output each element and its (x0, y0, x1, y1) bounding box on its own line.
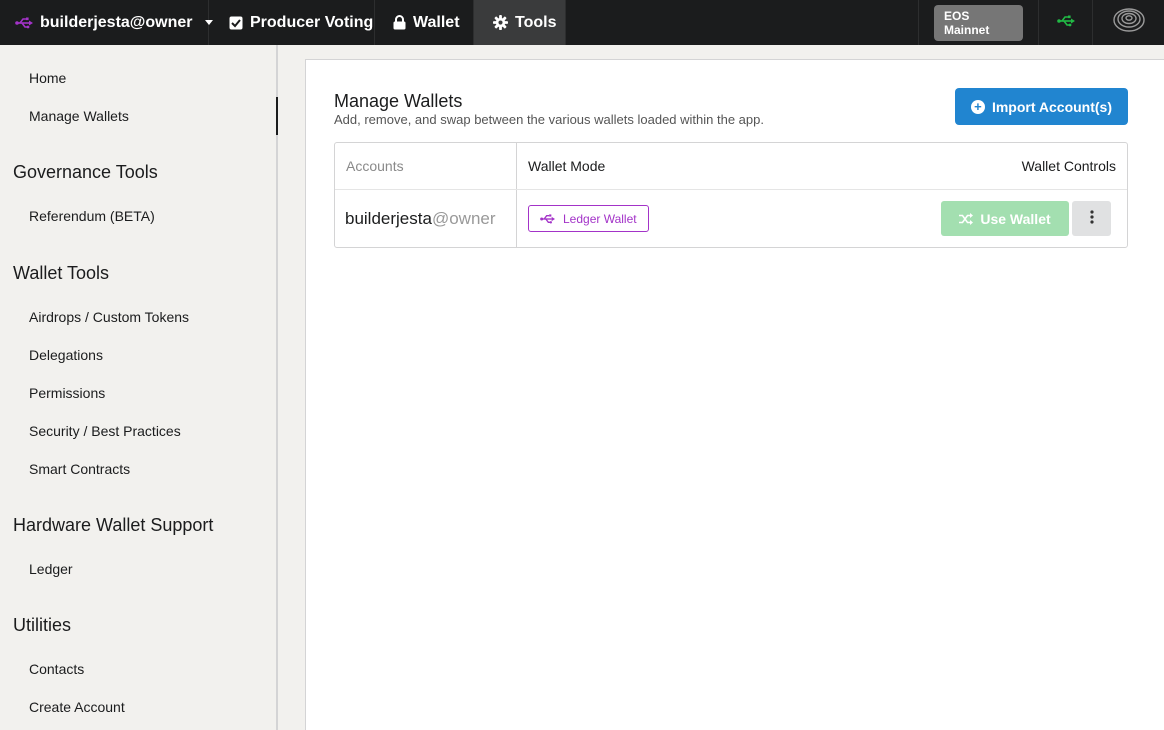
column-header-wallet-mode: Wallet Mode (528, 158, 606, 174)
sidebar-item-ledger[interactable]: Ledger (29, 561, 73, 577)
active-indicator (276, 97, 278, 135)
use-wallet-button[interactable]: Use Wallet (941, 201, 1069, 236)
wallet-mode-label: Ledger Wallet (563, 211, 637, 226)
ellipsis-vertical-icon (1089, 210, 1094, 227)
sidebar-item-security[interactable]: Security / Best Practices (29, 423, 181, 439)
use-wallet-label: Use Wallet (980, 210, 1051, 227)
sidebar-item-smart-contracts[interactable]: Smart Contracts (29, 461, 130, 477)
import-label: Import Account(s) (991, 98, 1113, 115)
page-subtitle: Add, remove, and swap between the variou… (334, 112, 764, 127)
ledger-wallet-mode-button[interactable]: Ledger Wallet (528, 205, 649, 232)
import-accounts-button[interactable]: + Import Account(s) (955, 88, 1128, 125)
tab-tools[interactable]: Tools (474, 0, 566, 45)
sidebar-heading-utilities: Utilities (13, 615, 72, 635)
column-header-wallet-controls: Wallet Controls (1021, 158, 1116, 174)
tab-producer-voting[interactable]: Producer Voting (209, 0, 375, 45)
sidebar-item-create-account[interactable]: Create Account (29, 699, 125, 715)
app-logo[interactable] (1092, 0, 1164, 45)
sidebar-item-permissions[interactable]: Permissions (29, 385, 105, 401)
tab-wallet[interactable]: Wallet (375, 0, 474, 45)
wallets-table: Accounts Wallet Mode Wallet Controls bui… (334, 142, 1128, 248)
account-name: builderjesta@owner (40, 13, 193, 31)
gear-icon (493, 15, 508, 30)
table-row-account: builderjesta @owner (335, 190, 517, 248)
network-selector[interactable]: EOS Mainnet (918, 0, 1038, 45)
plus-circle-icon: + (970, 99, 985, 114)
manage-wallets-panel: Manage Wallets Add, remove, and swap bet… (305, 59, 1164, 730)
sidebar-item-referendum[interactable]: Referendum (BETA) (29, 208, 155, 224)
sidebar-item-delegations[interactable]: Delegations (29, 347, 103, 363)
usb-icon (15, 17, 33, 29)
sidebar-heading-hardware: Hardware Wallet Support (13, 515, 214, 535)
page-title: Manage Wallets (334, 91, 463, 111)
usb-status-icon (1056, 14, 1075, 32)
top-menu-bar: builderjesta@owner Producer Voting Walle… (0, 0, 1164, 45)
account-name-cell: builderjesta (345, 209, 432, 228)
checkbox-icon (229, 16, 243, 30)
sidebar-item-home[interactable]: Home (29, 70, 66, 86)
tab-label: Producer Voting (250, 13, 374, 31)
network-badge: EOS Mainnet (934, 4, 1023, 41)
sidebar-item-airdrops[interactable]: Airdrops / Custom Tokens (29, 309, 189, 325)
sidebar-heading-wallet-tools: Wallet Tools (13, 263, 110, 283)
sidebar-item-manage-wallets[interactable]: Manage Wallets (29, 108, 129, 124)
more-options-button[interactable] (1072, 201, 1111, 236)
spiral-logo-icon (1112, 7, 1146, 38)
hardware-status[interactable] (1038, 0, 1092, 45)
shuffle-icon (959, 212, 974, 225)
column-header-accounts: Accounts (335, 143, 517, 189)
account-authority: @owner (431, 209, 496, 228)
menu-spacer (566, 0, 918, 45)
sidebar-item-contacts[interactable]: Contacts (29, 661, 84, 677)
lock-icon (393, 15, 406, 30)
sidebar: Home Manage Wallets Governance Tools Ref… (0, 45, 278, 730)
usb-icon (540, 213, 555, 224)
tab-label: Wallet (413, 13, 460, 31)
sidebar-heading-governance: Governance Tools (13, 162, 158, 182)
tab-label: Tools (515, 13, 557, 31)
account-dropdown[interactable]: builderjesta@owner (0, 0, 213, 45)
